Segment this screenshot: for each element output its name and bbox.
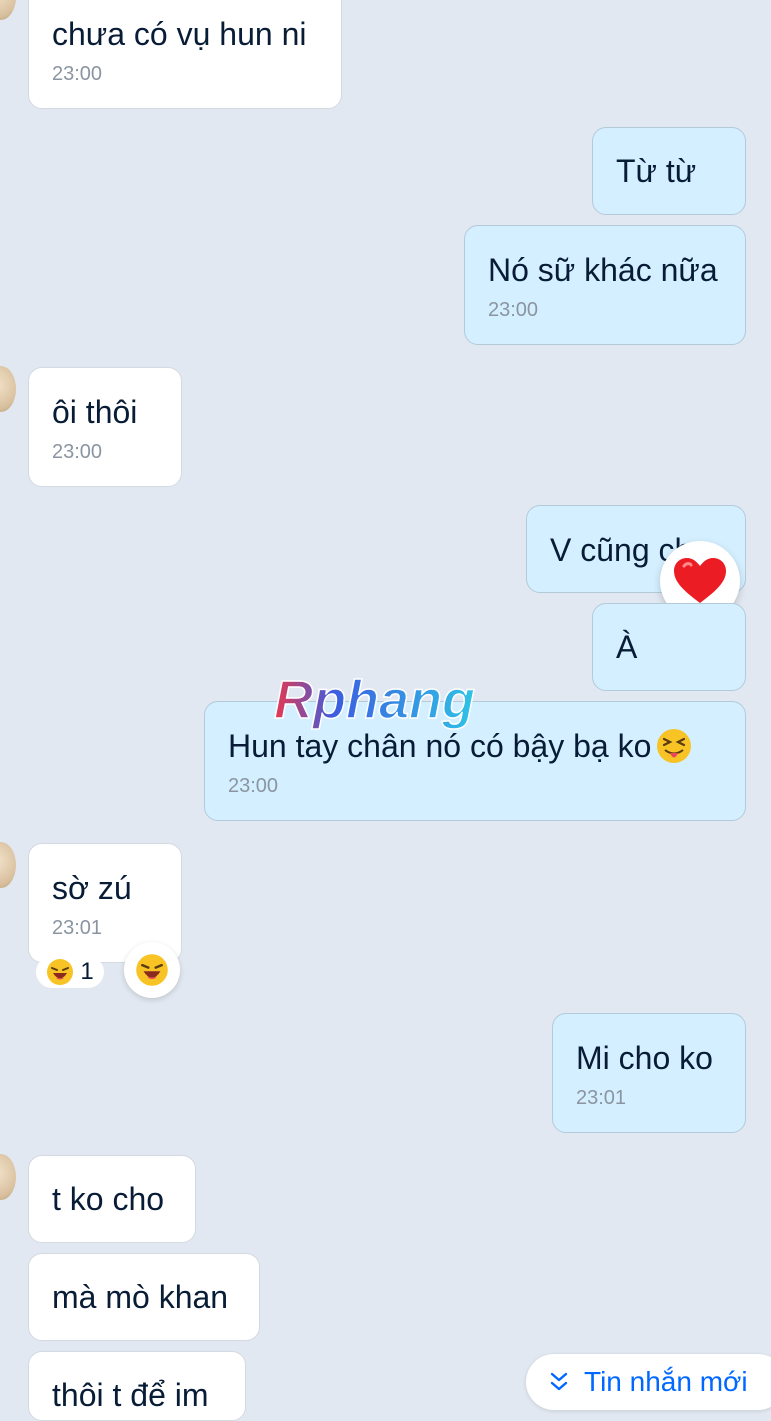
- message-bubble[interactable]: À: [592, 603, 746, 691]
- message-bubble[interactable]: Mi cho ko 23:01: [552, 1013, 746, 1133]
- message-text: Nó sữ khác nữa: [488, 252, 718, 288]
- avatar[interactable]: [0, 1154, 16, 1200]
- message-bubble[interactable]: Nó sữ khác nữa 23:00: [464, 225, 746, 345]
- message-text: À: [616, 629, 638, 665]
- message-time: 23:00: [52, 63, 103, 85]
- laughing-face-icon: [47, 959, 74, 985]
- message-text: t ko cho: [52, 1181, 165, 1217]
- message-text: mà mò khan: [52, 1279, 229, 1315]
- message-time: 23:01: [52, 917, 103, 939]
- message-bubble[interactable]: ôi thôi 23:00: [28, 367, 182, 487]
- message-bubble[interactable]: t ko cho: [28, 1155, 196, 1243]
- message-bubble[interactable]: mà mò khan: [28, 1253, 260, 1341]
- message-text: Hun tay chân nó có bậy bạ ko: [228, 727, 722, 765]
- message-text: sờ zú: [52, 870, 132, 906]
- double-chevron-down-icon: [550, 1372, 568, 1391]
- reaction-summary[interactable]: 1: [36, 956, 104, 988]
- avatar[interactable]: [0, 842, 16, 888]
- new-messages-label: Tin nhắn mới: [584, 1366, 748, 1397]
- message-text: thôi t để im: [52, 1377, 209, 1413]
- message-bubble[interactable]: chưa có vụ hun ni 23:00: [28, 0, 342, 109]
- message-text: Mi cho ko: [576, 1040, 713, 1076]
- message-bubble[interactable]: Từ từ: [592, 127, 746, 215]
- message-time: 23:00: [228, 775, 279, 797]
- reaction-count: 1: [80, 958, 94, 985]
- red-heart-icon: [674, 558, 726, 603]
- message-time: 23:00: [52, 441, 103, 463]
- tongue-face-icon: [657, 729, 692, 763]
- watermark-logo: Rphang: [273, 670, 475, 731]
- avatar[interactable]: [0, 366, 16, 412]
- avatar[interactable]: [0, 0, 16, 20]
- message-text-content: Hun tay chân nó có bậy bạ ko: [228, 728, 652, 764]
- message-text: ôi thôi: [52, 394, 138, 430]
- message-text: Từ từ: [616, 153, 697, 189]
- message-time: 23:01: [576, 1087, 627, 1109]
- message-time: 23:00: [488, 299, 539, 321]
- reaction-button[interactable]: [124, 942, 180, 998]
- message-text: chưa có vụ hun ni: [52, 16, 307, 52]
- laughing-face-icon: [136, 954, 168, 986]
- new-messages-button[interactable]: Tin nhắn mới: [526, 1354, 771, 1410]
- message-bubble[interactable]: thôi t để im: [28, 1351, 246, 1421]
- watermark-text: Rphang: [274, 670, 475, 730]
